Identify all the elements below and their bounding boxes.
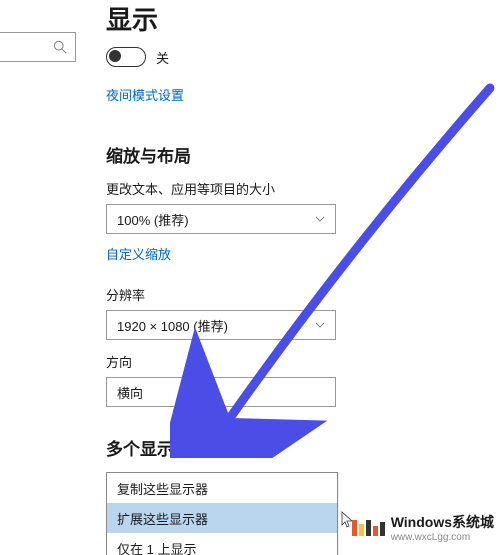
chevron-down-icon bbox=[315, 214, 325, 224]
orientation-label: 方向 bbox=[106, 352, 492, 371]
sidebar-search[interactable] bbox=[0, 32, 76, 62]
text-size-select[interactable]: 100% (推荐) bbox=[106, 204, 336, 234]
watermark-title: Windows系统城 bbox=[391, 512, 494, 532]
settings-display-panel: 显示 关 夜间模式设置 缩放与布局 更改文本、应用等项目的大小 100% (推荐… bbox=[106, 0, 492, 555]
page-title: 显示 bbox=[106, 0, 492, 37]
multi-option-duplicate[interactable]: 复制这些显示器 bbox=[107, 473, 337, 503]
multi-option-only-1[interactable]: 仅在 1 上显示 bbox=[107, 533, 337, 555]
watermark: Windows系统城 www.wxcLgg.com bbox=[352, 512, 494, 543]
multi-display-heading: 多个显示器 bbox=[106, 435, 492, 460]
watermark-logo-icon bbox=[352, 520, 385, 536]
orientation-select[interactable]: 横向 bbox=[106, 377, 336, 407]
night-mode-settings-link[interactable]: 夜间模式设置 bbox=[106, 85, 184, 104]
text-size-label: 更改文本、应用等项目的大小 bbox=[106, 179, 492, 198]
search-icon bbox=[53, 40, 67, 54]
multi-option-extend[interactable]: 扩展这些显示器 bbox=[107, 503, 337, 533]
watermark-url: www.wxcLgg.com bbox=[391, 532, 494, 543]
resolution-label: 分辨率 bbox=[106, 285, 492, 304]
custom-scaling-link[interactable]: 自定义缩放 bbox=[106, 244, 171, 263]
orientation-value: 横向 bbox=[117, 383, 143, 402]
night-mode-toggle[interactable] bbox=[106, 47, 146, 67]
chevron-down-icon bbox=[315, 320, 325, 330]
watermark-text: Windows系统城 www.wxcLgg.com bbox=[391, 512, 494, 543]
scale-heading: 缩放与布局 bbox=[106, 142, 492, 167]
resolution-value: 1920 × 1080 (推荐) bbox=[117, 316, 228, 335]
multi-display-dropdown[interactable]: 复制这些显示器 扩展这些显示器 仅在 1 上显示 仅在 2 上显示 bbox=[106, 472, 338, 555]
night-mode-state-label: 关 bbox=[156, 48, 169, 67]
night-mode-toggle-row: 关 bbox=[106, 47, 492, 67]
resolution-select[interactable]: 1920 × 1080 (推荐) bbox=[106, 310, 336, 340]
text-size-value: 100% (推荐) bbox=[117, 210, 189, 229]
